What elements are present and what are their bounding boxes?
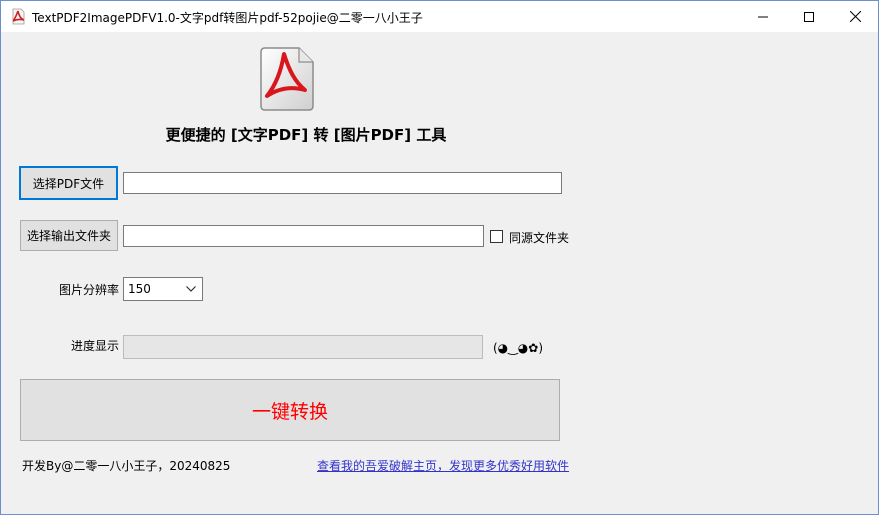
minimize-icon xyxy=(758,16,768,17)
app-icon xyxy=(12,8,25,25)
resolution-value: 150 xyxy=(128,282,151,296)
progress-label: 进度显示 xyxy=(70,339,119,353)
developer-credit: 开发By@二零一八小王子，20240825 xyxy=(22,459,231,473)
title-bar[interactable]: TextPDF2ImagePDFV1.0-文字pdf转图片pdf-52pojie… xyxy=(1,1,878,32)
resolution-select[interactable]: 150 xyxy=(123,277,203,301)
maximize-icon xyxy=(804,11,814,22)
homepage-link[interactable]: 查看我的吾爱破解主页，发现更多优秀好用软件 xyxy=(317,457,569,474)
close-icon xyxy=(849,11,861,22)
resolution-label: 图片分辨率 xyxy=(58,283,119,297)
output-path-input[interactable] xyxy=(123,225,484,247)
window-title: TextPDF2ImagePDFV1.0-文字pdf转图片pdf-52pojie… xyxy=(32,11,423,25)
chevron-down-icon xyxy=(186,286,196,292)
progress-emoticon: (◕‿◕✿) xyxy=(493,341,544,355)
acrobat-pdf-icon xyxy=(260,47,314,111)
select-pdf-button[interactable]: 选择PDF文件 xyxy=(19,166,118,200)
progress-bar xyxy=(123,335,483,359)
maximize-button[interactable] xyxy=(786,1,832,32)
app-window: TextPDF2ImagePDFV1.0-文字pdf转图片pdf-52pojie… xyxy=(0,0,879,515)
same-source-label[interactable]: 同源文件夹 xyxy=(509,229,569,246)
close-button[interactable] xyxy=(832,1,878,32)
headline: 更便捷的 [文字PDF] 转 [图片PDF] 工具 xyxy=(165,126,447,144)
convert-button[interactable]: 一键转换 xyxy=(20,379,560,441)
same-source-checkbox[interactable] xyxy=(490,230,503,243)
minimize-button[interactable] xyxy=(740,1,786,32)
select-output-folder-button[interactable]: 选择输出文件夹 xyxy=(20,220,118,251)
pdf-path-input[interactable] xyxy=(123,172,562,194)
